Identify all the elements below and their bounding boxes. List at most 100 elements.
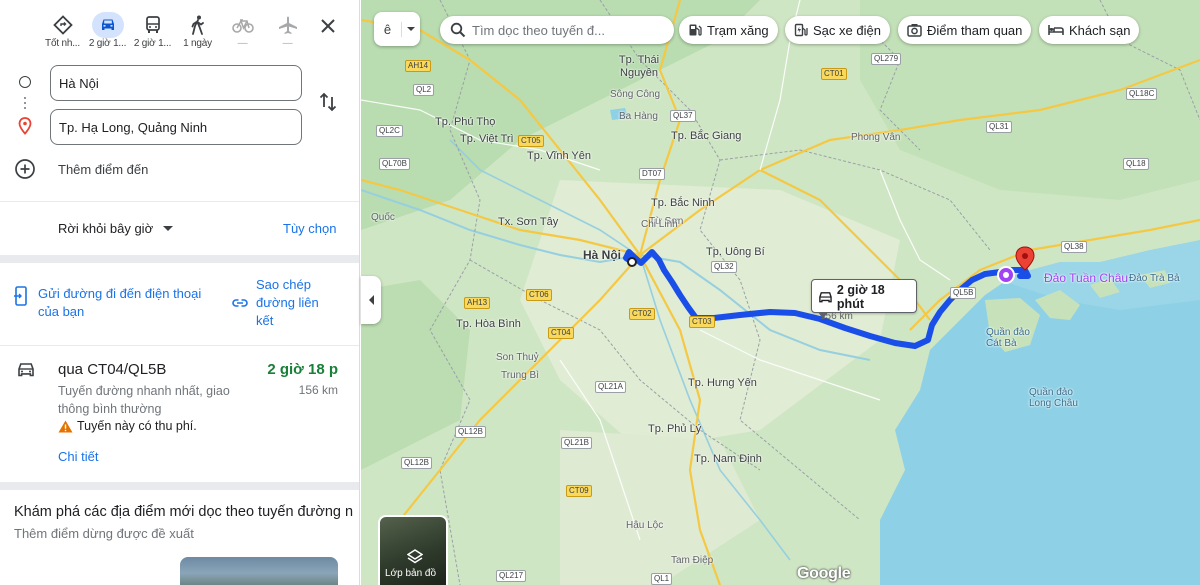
- mode-flight[interactable]: —: [265, 12, 310, 52]
- map-place-label[interactable]: Đảo Tuần Châu: [1044, 271, 1128, 285]
- highway-shield: QL31: [986, 121, 1012, 133]
- callout-distance: 156 km: [820, 311, 853, 322]
- mode-walking[interactable]: 1 ngày: [175, 12, 220, 52]
- map-layers-label: Lớp bản đồ: [385, 568, 437, 579]
- map-place-label[interactable]: Phong Vân: [851, 132, 901, 143]
- map-type-label: ê: [374, 21, 402, 37]
- route-options-button[interactable]: Tùy chọn: [283, 221, 336, 236]
- map-place-label[interactable]: Hà Nội: [583, 248, 621, 262]
- search-along-route-input[interactable]: Tìm dọc theo tuyến đ...: [440, 16, 674, 44]
- link-icon: [232, 299, 248, 307]
- map-place-label[interactable]: Tp. Phú Thọ: [435, 116, 495, 128]
- route-duration: 2 giờ 18 p: [267, 361, 338, 378]
- highway-shield: CT04: [548, 327, 574, 339]
- mode-best-route[interactable]: Tốt nh...: [40, 12, 85, 52]
- depart-time-dropdown[interactable]: Rời khỏi bây giờ: [58, 221, 174, 236]
- mode-best-label: Tốt nh...: [45, 38, 80, 49]
- highway-shield: QL2C: [376, 125, 403, 137]
- map-place-label[interactable]: Tp. Hòa Bình: [456, 318, 521, 330]
- map-place-label[interactable]: Tam Điệp: [671, 555, 713, 566]
- waypoint-connector-dots: [24, 97, 26, 112]
- map-place-label[interactable]: Quốc: [371, 212, 395, 223]
- highway-shield: AH14: [405, 60, 432, 72]
- google-attribution-logo: Google: [797, 565, 851, 583]
- send-to-phone-label: Gửi đường đi đến điện thoại của bạn: [38, 286, 202, 319]
- route-option-card[interactable]: qua CT04/QL5B 2 giờ 18 p 156 km Tuyến đư…: [0, 347, 359, 482]
- map-place-label[interactable]: Tx. Sơn Tây: [498, 216, 558, 228]
- map-place-label[interactable]: Quần đảo Cát Bà: [986, 327, 1048, 349]
- chip-hotels-label: Khách sạn: [1069, 22, 1131, 38]
- highway-shield: QL21A: [595, 381, 626, 393]
- map-place-label[interactable]: Tp. Bắc Ninh: [651, 197, 715, 209]
- chip-gas-station[interactable]: Trạm xăng: [679, 16, 778, 44]
- mode-transit[interactable]: 2 giờ 1...: [130, 12, 175, 52]
- map-place-label[interactable]: Trung Bì: [501, 370, 539, 381]
- map-place-label[interactable]: Son Thuỷ: [496, 352, 539, 363]
- highway-shield: QL1: [651, 573, 673, 585]
- chip-ev-charger[interactable]: Sạc xe điện: [785, 16, 890, 44]
- close-directions-button[interactable]: [316, 14, 340, 38]
- bed-icon: [1048, 25, 1064, 35]
- swap-waypoints-button[interactable]: [316, 90, 340, 114]
- depart-time-label: Rời khỏi bây giờ: [58, 221, 154, 236]
- highway-shield: QL37: [670, 110, 696, 122]
- map-place-label[interactable]: Tp. Nam Định: [694, 453, 762, 465]
- highway-shield: QL38: [1061, 241, 1087, 253]
- toll-warning-text: Tuyến này có thu phí.: [77, 419, 197, 433]
- suggested-place-image[interactable]: [180, 557, 338, 585]
- callout-duration: 2 giờ 18 phút: [836, 283, 885, 311]
- origin-input[interactable]: [50, 65, 302, 101]
- map-place-label[interactable]: Tp. Uông Bí: [706, 246, 765, 258]
- origin-circle-icon: [19, 76, 31, 88]
- highway-shield: QL70B: [379, 158, 410, 170]
- highway-shield: QL2: [413, 84, 435, 96]
- toll-warning: Tuyến này có thu phí.: [58, 419, 197, 433]
- map-place-label[interactable]: Ba Hàng: [619, 111, 658, 122]
- map-place-label[interactable]: Tp. Hưng Yên: [688, 377, 757, 389]
- destination-input[interactable]: [50, 109, 302, 145]
- highway-shield: DT07: [639, 168, 665, 180]
- highway-shield: QL18C: [1126, 88, 1158, 100]
- collapse-panel-button[interactable]: [361, 276, 381, 324]
- add-circle-icon: [15, 159, 35, 179]
- search-icon: [450, 22, 466, 38]
- car-icon: [819, 291, 832, 302]
- explore-subtitle: Thêm điểm dừng được đề xuất: [14, 526, 194, 541]
- explore-title: Khám phá các địa điểm mới dọc theo tuyến…: [14, 504, 354, 520]
- divider: [0, 201, 359, 202]
- map-place-label[interactable]: Tp. Phủ Lý: [648, 423, 701, 435]
- map-layers-button[interactable]: Lớp bản đồ: [378, 515, 448, 585]
- send-to-phone-icon: [14, 286, 27, 306]
- copy-link-button[interactable]: Sao chép đường liên kết: [232, 276, 352, 330]
- map-place-label[interactable]: Hậu Lộc: [626, 520, 663, 531]
- diamond-route-icon: [47, 12, 79, 38]
- highway-shield: CT01: [821, 68, 847, 80]
- highway-shield: CT03: [689, 316, 715, 328]
- mode-driving[interactable]: 2 giờ 1...: [85, 12, 130, 52]
- chevron-left-icon: [368, 295, 374, 305]
- google-logo-text: Google: [797, 565, 851, 582]
- map-type-toggle[interactable]: ê: [374, 12, 420, 46]
- map-place-label[interactable]: Tp. Vĩnh Yên: [527, 150, 591, 162]
- directions-panel: Tốt nh... 2 giờ 1... 2 giờ 1... 1 ngày —: [0, 0, 360, 585]
- map-labels-layer: Tp. Thái Nguyên Hà Nội Tp. Nam Định Đảo Tuầ…: [361, 0, 1200, 585]
- map-place-label[interactable]: Sông Công: [610, 89, 660, 100]
- highway-shield: QL12B: [401, 457, 432, 469]
- map-place-label[interactable]: Tp. Việt Trì: [460, 133, 514, 145]
- map-place-label[interactable]: Quần đảo Long Châu: [1029, 387, 1091, 409]
- map-place-label[interactable]: Tp. Thái Nguyên: [614, 54, 664, 80]
- map-place-label[interactable]: Chi Linh: [641, 219, 678, 230]
- mode-cycling[interactable]: —: [220, 12, 265, 52]
- map-canvas[interactable]: Tp. Thái Nguyên Hà Nội Tp. Nam Định Đảo Tuầ…: [361, 0, 1200, 585]
- send-to-phone-button[interactable]: Gửi đường đi đến điện thoại của bạn: [14, 285, 224, 321]
- map-place-label[interactable]: Đảo Trà Bả: [1129, 273, 1191, 284]
- layers-icon: [407, 549, 423, 564]
- route-distance: 156 km: [298, 383, 338, 397]
- chip-attractions[interactable]: Điểm tham quan: [898, 16, 1032, 44]
- bus-icon: [137, 12, 169, 38]
- route-duration-callout[interactable]: 2 giờ 18 phút 156 km: [811, 279, 917, 322]
- chip-hotels[interactable]: Khách sạn: [1039, 16, 1140, 44]
- map-place-label[interactable]: Tp. Bắc Giang: [671, 130, 741, 142]
- add-destination-button[interactable]: Thêm điểm đến: [14, 158, 148, 180]
- route-details-link[interactable]: Chi tiết: [58, 449, 98, 464]
